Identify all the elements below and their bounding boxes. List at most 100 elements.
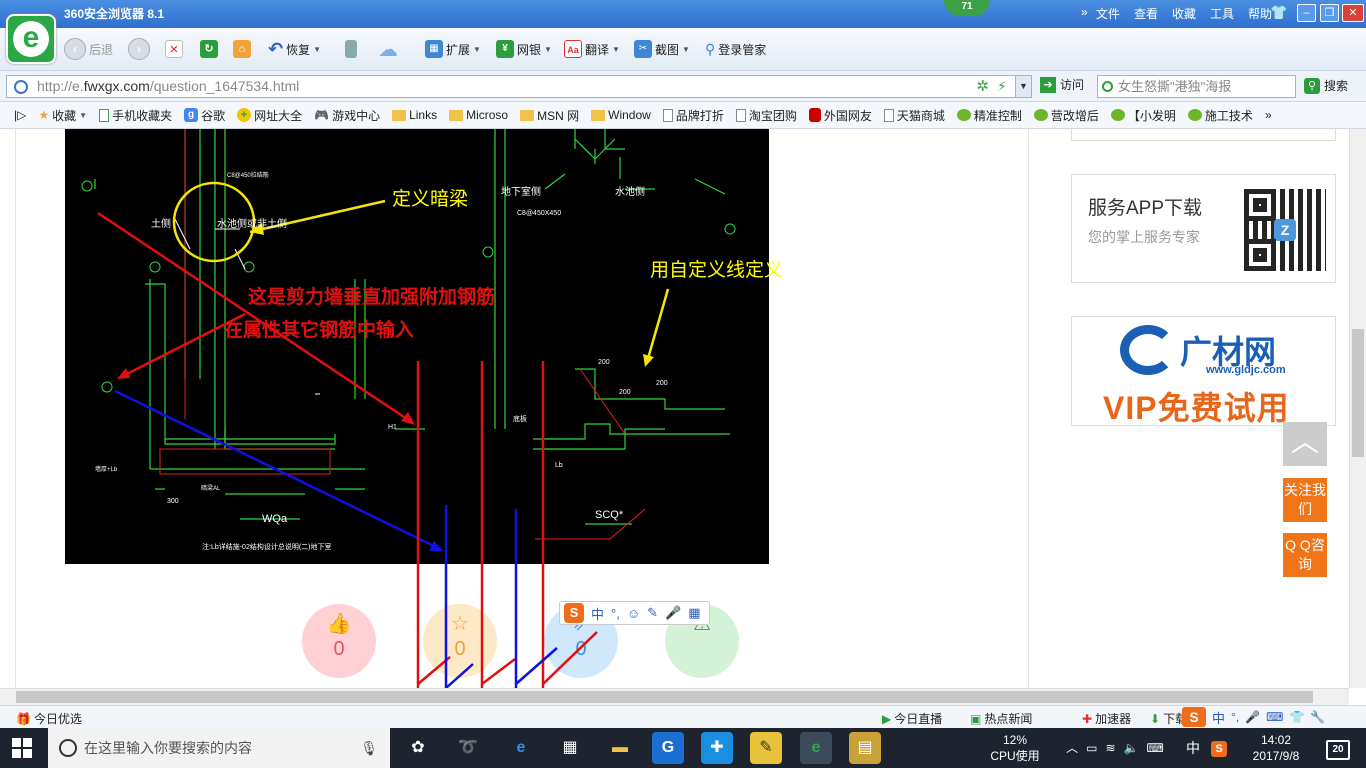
bookmark-item[interactable]: MSN 网 [520,107,579,124]
battery-icon[interactable]: ▭ [1086,732,1097,768]
horizontal-scrollbar[interactable] [0,688,1349,705]
restore-button[interactable]: ↶ 恢复 ▼ [268,37,321,61]
bookmark-item[interactable]: 营改增后 [1033,107,1099,124]
speed-mode-icon[interactable]: ⚡ [997,76,1007,97]
cpu-usage[interactable]: 12% CPU使用 [990,728,1040,768]
skin-icon[interactable]: 👕 [1270,4,1287,21]
menu-favorites[interactable]: 收藏 [1172,5,1196,22]
maximize-button[interactable]: ❐ [1320,4,1339,22]
app-download-card[interactable]: 服务APP下载 您的掌上服务专家 Z [1071,174,1336,283]
mobile-button[interactable] [345,37,357,61]
bookmark-item[interactable]: 🎮 游戏中心 [314,107,380,124]
brand-logo-icon [1120,325,1176,375]
bookmark-item[interactable]: Microso [449,108,508,122]
taskbar-app-explorer[interactable]: ▬ [604,732,636,764]
forward-button[interactable]: › [128,37,150,61]
url-dropdown-icon[interactable]: ▼ [1015,76,1031,97]
menu-bar: 文件 查看 收藏 工具 帮助 [1096,5,1272,22]
ime-voice-icon[interactable]: 🎤 [665,605,681,621]
close-button[interactable]: ✕ [1342,4,1364,22]
menu-expand-icon[interactable]: » [1081,5,1088,19]
screenshot-button[interactable]: ✂ 截图 ▼ [634,37,690,61]
horizontal-scroll-thumb[interactable] [16,691,1313,703]
bookmark-item[interactable]: 外国网友 [808,107,872,124]
refresh-button[interactable]: ↻ [200,37,218,61]
visit-button[interactable]: ➜ 访问 [1040,76,1084,93]
sogou-tray-icon[interactable]: S [1206,728,1232,768]
taskbar-app-swirl[interactable]: ➰ [452,732,484,764]
ime-toolbar[interactable]: S 中 °, ☺ ✎ 🎤 ▦ [559,601,710,625]
more-bookmarks-icon[interactable]: » [1265,108,1272,122]
mic-icon[interactable]: 🎙 [360,728,378,768]
bookmark-item[interactable]: g 谷歌 [184,107,225,124]
taskbar-app-calendar[interactable]: ▤ [849,732,881,764]
taskbar-app-edge[interactable]: e [505,732,537,764]
ime-status-tray[interactable]: S 中 °, 🎤 ⌨ 👕 🔧 [1182,707,1325,727]
ime-skin-icon[interactable]: ✎ [647,605,658,621]
follow-us-button[interactable]: 关注我们 [1283,478,1327,522]
score-badge[interactable]: 71 [944,0,990,16]
menu-help[interactable]: 帮助 [1248,5,1272,22]
bookmark-item[interactable]: 精准控制 [956,107,1022,124]
taskbar-app-notes[interactable]: ✎ [750,732,782,764]
translate-button[interactable]: Aa 翻译 ▼ [564,37,620,61]
bank-button[interactable]: ¥ 网银 ▼ [496,37,552,61]
taskbar-search-input[interactable]: 在这里输入你要搜索的内容 🎙 [48,728,390,768]
taskbar-app-plus[interactable]: ✚ [701,732,733,764]
bookmark-item[interactable]: 手机收藏夹 [99,107,172,124]
bookmark-item[interactable]: Window [591,108,651,122]
menu-file[interactable]: 文件 [1096,5,1120,22]
login-manager-button[interactable]: ⚲ 登录管家 [705,37,766,61]
ad-banner[interactable]: 广材网 www.gldjc.com VIP免费试用 [1071,316,1336,426]
system-tray-icons[interactable]: ︿ ▭ ≋ 🔈 ⌨ [1055,728,1175,768]
cloud-button[interactable]: ☁ [378,37,398,61]
pencil-icon: ✎ [759,739,773,756]
status-accelerator[interactable]: ✚ 加速器 [1082,710,1131,727]
bookmark-item[interactable]: 天猫商城 [883,107,945,124]
bookmark-item[interactable]: 【小发明 [1110,107,1176,124]
ime-punct[interactable]: °, [611,606,620,621]
today-picks[interactable]: 🎁 今日优选 [16,710,82,727]
chevron-up-icon[interactable]: ︿ [1066,732,1078,768]
back-button[interactable]: ‹ 后退 [64,37,113,61]
qq-consult-button[interactable]: Q Q咨询 [1283,533,1327,577]
search-button[interactable]: ⚲ 搜索 [1304,77,1348,94]
vertical-scrollbar[interactable] [1349,129,1366,688]
ime-lang[interactable]: 中 [591,604,604,623]
search-input[interactable]: 女生怒撕"港独"海报 [1097,75,1296,98]
bookmark-item[interactable]: + 网址大全 [237,107,302,124]
taskbar-app-store[interactable]: ▦ [554,732,586,764]
back-to-top-button[interactable]: ︿ [1283,422,1327,466]
ime-toolbox-icon[interactable]: ▦ [688,605,700,621]
bookmark-item[interactable]: 施工技术 [1187,107,1253,124]
clock[interactable]: 14:02 2017/9/8 [1240,728,1312,768]
status-live[interactable]: ▶ 今日直播 [882,710,942,727]
notification-center-icon[interactable]: 20 [1326,740,1350,760]
bookmark-item[interactable]: 淘宝团购 [735,107,797,124]
bookmark-item[interactable]: Links [392,108,437,122]
url-input[interactable]: http://e.fwxgx.com/question_1647534.html… [6,75,1032,98]
start-button[interactable] [12,738,32,758]
vertical-scroll-thumb[interactable] [1352,329,1364,457]
taskbar-app-pinwheel[interactable]: ✿ [402,732,434,764]
minimize-button[interactable]: – [1297,4,1316,22]
ime-emoji-icon[interactable]: ☺ [627,606,640,621]
volume-icon[interactable]: 🔈 [1124,732,1139,768]
home-button[interactable]: ⌂ [233,37,251,61]
sidebar-toggle-icon[interactable]: |▷ [14,108,26,122]
stop-button[interactable]: ✕ [165,37,183,61]
menu-view[interactable]: 查看 [1134,5,1158,22]
status-news[interactable]: ▣ 热点新闻 [970,710,1032,727]
bookmark-item[interactable]: 品牌打折 [662,107,724,124]
wifi-icon[interactable]: ≋ [1106,732,1116,768]
browser-logo[interactable]: e [6,14,56,64]
taskbar-app-360browser[interactable]: e [800,732,832,764]
mic-icon: 🎤 [1245,710,1261,724]
extensions-button[interactable]: ▦ 扩展 ▼ [425,37,481,61]
taskbar-app-glodon[interactable]: G [652,732,684,764]
bookmark-favorites[interactable]: ★ 收藏 ▼ [38,107,87,124]
menu-tools[interactable]: 工具 [1210,5,1234,22]
keyboard-icon[interactable]: ⌨ [1147,732,1164,768]
ime-indicator[interactable]: 中 [1182,728,1204,768]
cloud-icon: ☁ [378,38,398,61]
